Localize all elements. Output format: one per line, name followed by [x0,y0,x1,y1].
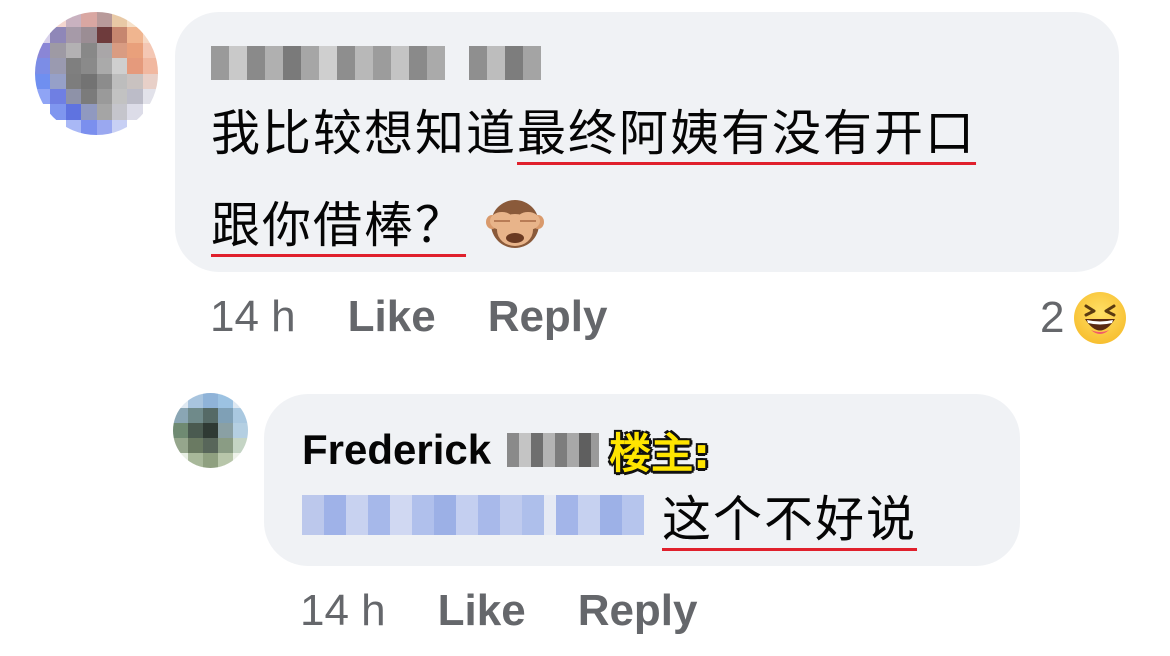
author-surname-blurred [507,433,600,467]
comment-actions: 14 h Like Reply [210,292,660,342]
author-name-blurred[interactable] [211,46,541,80]
timestamp[interactable]: 14 h [300,586,386,636]
reply-button[interactable]: Reply [488,292,608,342]
reply-actions: 14 h Like Reply [300,586,750,636]
see-no-evil-monkey-icon [486,188,545,248]
reply-text-highlight: 这个不好说 [662,490,918,548]
reply-button[interactable]: Reply [578,586,698,636]
haha-emoji-icon [1074,292,1127,344]
op-badge: 楼主: [609,428,710,478]
like-button[interactable]: Like [438,586,526,636]
like-button[interactable]: Like [348,292,436,342]
comment-text: 我比较想知道最终阿姨有没有开口 跟你借棒？ [211,88,1091,272]
author-name[interactable]: Frederick [302,426,491,474]
avatar[interactable] [35,12,158,135]
reply-author-row: Frederick 楼主: [302,422,710,478]
reaction-count: 2 [1040,293,1065,342]
comment-text-highlight: 跟你借棒？ [211,197,467,254]
comment-text-plain: 我比较想知道 [211,105,518,162]
reaction-summary[interactable]: 2 [1040,292,1127,344]
reply-text-blurred [302,495,644,535]
reply-bubble: Frederick 楼主: 这个不好说 [264,394,1020,566]
reply-text: 这个不好说 [302,484,917,548]
timestamp[interactable]: 14 h [210,292,296,342]
comment-bubble: 我比较想知道最终阿姨有没有开口 跟你借棒？ [175,12,1119,272]
comment-text-highlight: 最终阿姨有没有开口 [517,105,977,162]
avatar[interactable] [173,393,248,468]
